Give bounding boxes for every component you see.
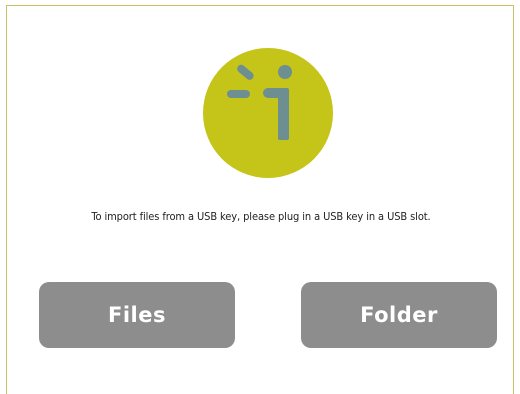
usb-import-dialog: To import files from a USB key, please p…	[6, 5, 514, 394]
folder-button[interactable]: Folder	[301, 282, 497, 348]
usb-instruction-text: To import files from a USB key, please p…	[91, 210, 431, 223]
files-button[interactable]: Files	[39, 282, 235, 348]
info-icon	[203, 48, 333, 178]
